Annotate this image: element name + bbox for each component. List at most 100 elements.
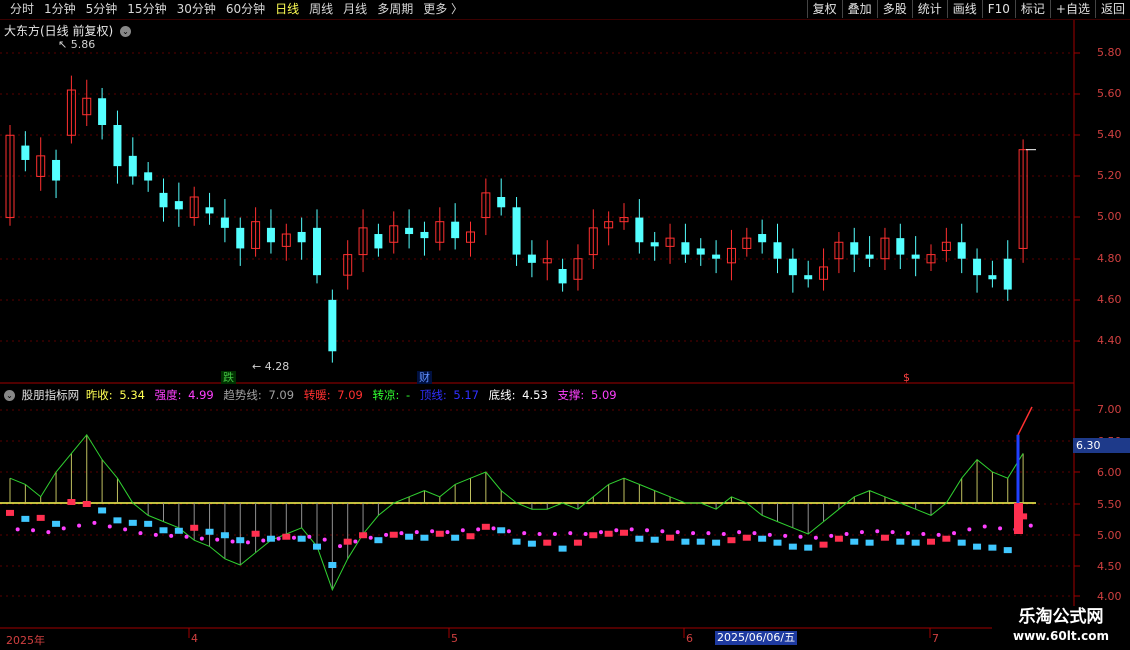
candle-body	[266, 227, 275, 243]
mini-candle	[543, 539, 552, 546]
candle-body	[297, 231, 306, 243]
candle-body	[850, 242, 859, 255]
support-dot	[844, 532, 849, 536]
mini-candle	[850, 538, 859, 545]
mini-candle	[927, 538, 935, 545]
candle-body	[220, 217, 229, 228]
support-dot	[322, 537, 327, 542]
indicator-item: 转暖: 7.09	[303, 388, 363, 402]
candle-body	[374, 234, 383, 249]
candle-body	[911, 254, 920, 259]
candle-body	[98, 98, 107, 125]
candle-body	[650, 242, 659, 247]
mini-candle	[6, 509, 14, 516]
support-dot	[491, 526, 496, 531]
mini-candle	[865, 539, 874, 546]
mini-candle	[328, 562, 337, 568]
mini-candle	[236, 537, 245, 544]
kline-chart[interactable]	[0, 0, 1130, 650]
time-label: 7	[932, 632, 939, 645]
event-tag-finance[interactable]: 财	[417, 371, 432, 384]
mini-candle	[527, 540, 536, 547]
support-dot	[721, 532, 726, 536]
support-dot	[522, 531, 527, 536]
price-tick: 5.40	[1097, 128, 1122, 141]
mini-candle	[313, 543, 321, 550]
support-dot	[307, 534, 312, 539]
indicator-item: 趋势线: 7.09	[223, 388, 295, 402]
indicator-name: 股朋指标网	[21, 388, 80, 402]
mini-candle	[681, 538, 690, 545]
indicator-tick: 4.00	[1097, 590, 1122, 603]
stock-name-label: 大东方(日线 前复权)	[4, 24, 114, 38]
mini-candle	[266, 535, 275, 542]
mini-candle	[942, 535, 951, 542]
candle-body	[313, 227, 321, 276]
support-dot	[752, 531, 757, 536]
candle-body	[52, 159, 61, 181]
support-dot	[215, 537, 220, 542]
mini-candle	[128, 519, 137, 526]
time-label: 5	[451, 632, 458, 645]
candle-body	[988, 275, 997, 280]
last-mini-candle	[1014, 503, 1023, 534]
mini-candle	[573, 539, 582, 546]
support-dot	[552, 532, 557, 536]
candle-body	[865, 254, 874, 259]
support-dot	[61, 526, 66, 531]
mini-candle	[297, 535, 306, 542]
support-dot	[905, 531, 910, 536]
price-tick: 4.60	[1097, 293, 1122, 306]
candle-body	[113, 125, 122, 167]
mini-candle	[205, 528, 214, 535]
mini-candle	[82, 500, 91, 507]
chevron-down-icon[interactable]: ⌄	[4, 390, 15, 401]
mini-candle	[804, 544, 813, 551]
mini-candle	[251, 530, 260, 537]
price-tick: 5.60	[1097, 87, 1122, 100]
event-tag-fall[interactable]: 跌	[221, 371, 236, 384]
mini-candle	[174, 527, 183, 534]
candle-body	[128, 155, 137, 177]
support-dot	[645, 528, 650, 533]
support-dot	[199, 536, 204, 541]
support-dot	[476, 527, 481, 532]
mini-candle	[666, 534, 675, 541]
watermark-title: 乐淘公式网	[1018, 607, 1104, 627]
high-price-marker: ↖ 5.86	[58, 38, 96, 51]
candle-body	[174, 201, 183, 210]
time-label: 2025年	[6, 634, 45, 647]
price-tick: 4.40	[1097, 334, 1122, 347]
mini-candle	[67, 499, 76, 506]
support-dot	[629, 527, 634, 532]
mini-candle	[405, 533, 414, 540]
mini-candle	[589, 532, 598, 539]
support-dot	[31, 528, 36, 533]
support-dot	[153, 532, 158, 537]
mini-candle	[620, 529, 628, 536]
support-dot	[1028, 523, 1033, 528]
support-dot	[952, 531, 957, 536]
support-dot	[998, 526, 1003, 531]
support-dot	[706, 531, 711, 536]
support-dot	[430, 529, 435, 534]
candle-body	[788, 258, 797, 276]
event-tag-dollar[interactable]: $	[901, 371, 912, 384]
indicator-item: 转凉: -	[372, 388, 411, 402]
mini-candle	[911, 539, 920, 546]
chevron-down-icon[interactable]: ⌄	[120, 26, 132, 37]
support-dot	[230, 539, 235, 544]
mini-candle	[374, 537, 383, 544]
candle-body	[558, 269, 567, 284]
mini-candle	[819, 541, 828, 548]
support-dot	[384, 532, 389, 537]
mini-candle	[21, 515, 30, 522]
mini-candle	[957, 539, 966, 546]
support-dot	[261, 538, 266, 543]
support-dot	[798, 534, 803, 539]
mini-candle	[113, 517, 122, 524]
support-dot	[245, 540, 250, 545]
support-dot	[138, 531, 143, 536]
mini-candle	[773, 539, 782, 546]
mini-candle	[159, 527, 168, 534]
